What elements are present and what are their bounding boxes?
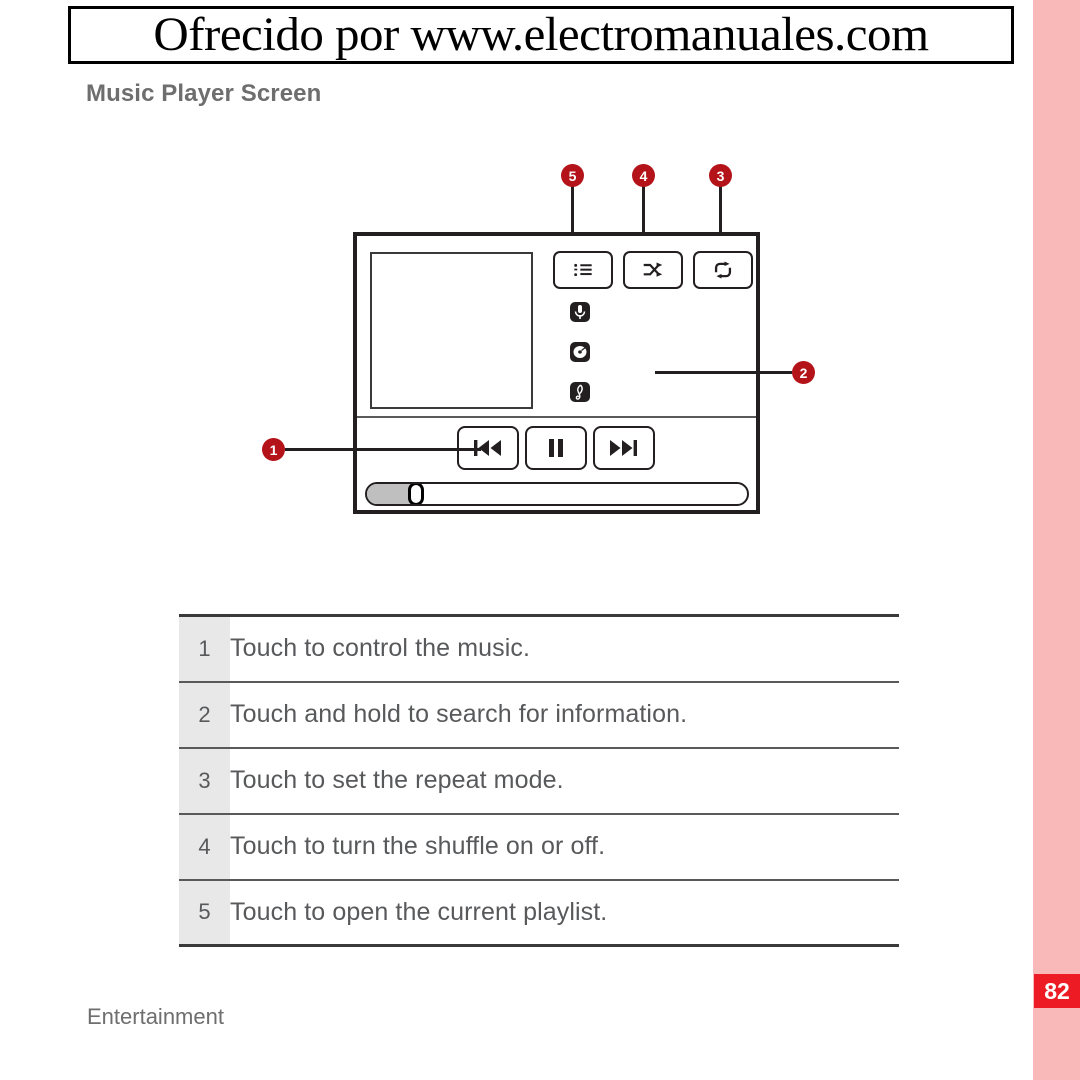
transport-control-group [457,426,655,470]
repeat-button[interactable] [693,251,753,289]
shuffle-icon [643,262,663,277]
playlist-icon [574,263,592,277]
callout-marker-1: 1 [262,438,285,461]
shuffle-button[interactable] [623,251,683,289]
table-row: 4 Touch to turn the shuffle on or off. [179,813,899,881]
callout-marker-2: 2 [792,361,815,384]
track-info-icons [570,302,590,402]
pause-button[interactable] [525,426,587,470]
row-number: 5 [179,879,230,947]
row-number: 2 [179,681,230,749]
mode-button-group [553,251,753,289]
row-description: Touch to open the current playlist. [230,879,899,947]
watermark-banner: Ofrecido por www.electromanuales.com [68,6,1014,64]
table-row: 5 Touch to open the current playlist. [179,879,899,947]
album-art-placeholder [370,252,533,409]
row-description: Touch to control the music. [230,614,899,683]
music-player-figure: 5 4 3 2 1 [0,140,1020,550]
row-description: Touch and hold to search for information… [230,681,899,749]
footer-section-label: Entertainment [87,1004,224,1029]
repeat-icon [714,261,732,279]
callout-marker-4: 4 [632,164,655,187]
callout-leader-3 [719,186,722,234]
pause-icon [549,439,563,457]
callout-leader-4 [642,186,645,234]
watermark-text: Ofrecido por www.electromanuales.com [153,8,929,61]
transport-divider [357,416,756,418]
callout-description-table: 1 Touch to control the music. 2 Touch an… [179,614,899,947]
table-row: 3 Touch to set the repeat mode. [179,747,899,815]
callout-leader-2 [655,371,792,374]
table-row: 2 Touch and hold to search for informati… [179,681,899,749]
row-description: Touch to set the repeat mode. [230,747,899,815]
next-track-icon [610,440,637,456]
page-number-badge: 82 [1034,974,1080,1008]
row-number: 4 [179,813,230,881]
playlist-button[interactable] [553,251,613,289]
table-row: 1 Touch to control the music. [179,614,899,683]
progress-bar[interactable] [365,482,749,506]
page-edge-strip [1033,0,1080,1080]
microphone-icon [570,302,590,322]
page-title: Music Player Screen [86,80,322,107]
table-body: 1 Touch to control the music. 2 Touch an… [179,614,899,947]
row-number: 1 [179,614,230,683]
row-number: 3 [179,747,230,815]
callout-leader-5 [571,186,574,234]
callout-marker-3: 3 [709,164,732,187]
callout-leader-1 [285,448,481,451]
callout-marker-5: 5 [561,164,584,187]
row-description: Touch to turn the shuffle on or off. [230,813,899,881]
music-note-icon [570,382,590,402]
disc-icon [570,342,590,362]
next-track-button[interactable] [593,426,655,470]
progress-thumb[interactable] [408,484,425,504]
